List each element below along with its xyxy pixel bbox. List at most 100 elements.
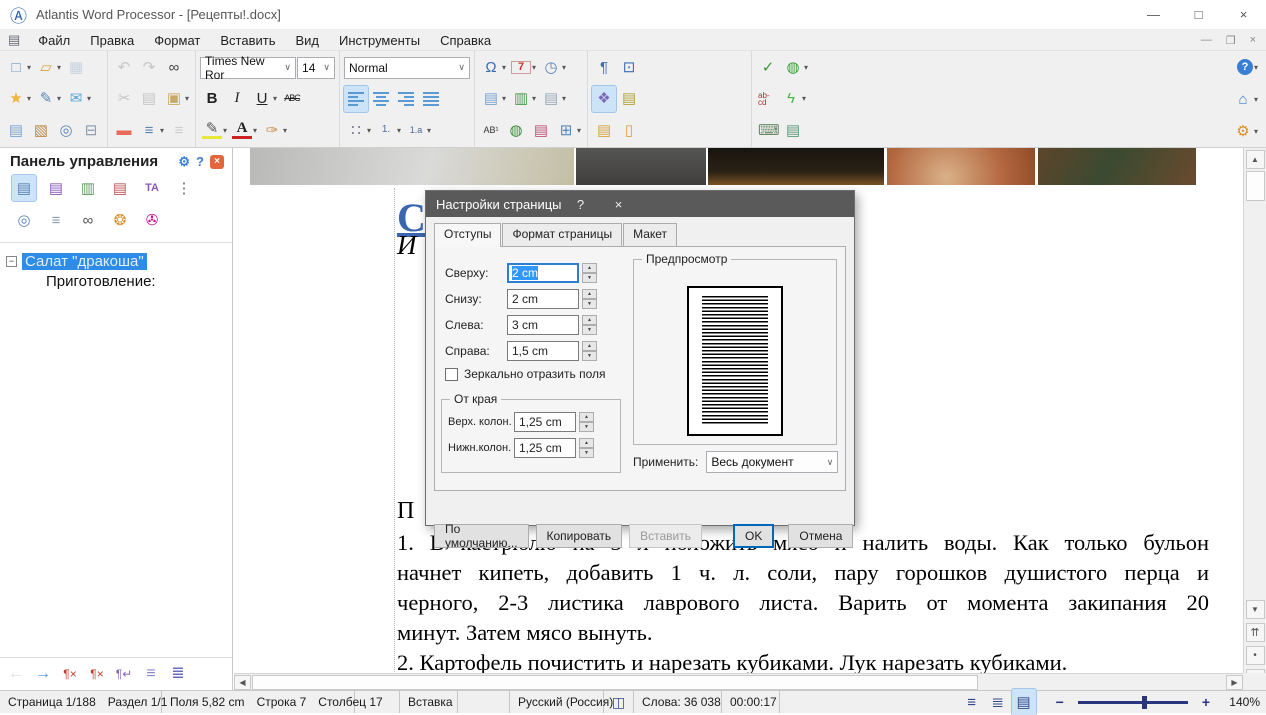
nav-forward-button[interactable]: →: [31, 661, 55, 687]
options-gears-button[interactable]: ⚙▾: [1231, 118, 1260, 144]
spin-down-icon[interactable]: ▼: [582, 273, 597, 283]
right-margin-input[interactable]: 1,5 cm: [507, 341, 579, 361]
zoom-pane-button[interactable]: ◎: [12, 207, 36, 233]
bullet-list-button[interactable]: ∷▾: [344, 117, 373, 143]
align-justify-button[interactable]: [419, 86, 443, 112]
paragraph-list-full-button[interactable]: ≣: [166, 661, 190, 687]
copy-settings-button[interactable]: Копировать: [536, 524, 623, 548]
insert-symbol-button[interactable]: Ω▾: [479, 55, 508, 81]
paste-button[interactable]: ▣▾: [162, 86, 191, 112]
mirror-margins-checkbox[interactable]: Зеркально отразить поля: [445, 367, 606, 381]
align-right-button[interactable]: [394, 86, 418, 112]
left-margin-stepper[interactable]: ▲▼: [582, 315, 597, 335]
autotext-button[interactable]: ▤: [781, 117, 805, 143]
tree-item[interactable]: Приготовление:: [46, 273, 156, 290]
zoom-out-button[interactable]: −: [1052, 694, 1068, 710]
spin-up-icon[interactable]: ▲: [582, 263, 597, 273]
insert-mode-segment[interactable]: Вставка: [400, 691, 458, 713]
strikethrough-button[interactable]: ABC: [280, 86, 304, 112]
font-name-select[interactable]: Times New Ror∨: [200, 57, 296, 79]
web-home-button[interactable]: ⌂▾: [1231, 86, 1260, 112]
underline-button[interactable]: U▾: [250, 86, 279, 112]
autocorrect-button[interactable]: ϟ▾: [779, 86, 808, 112]
scroll-right-icon[interactable]: ▶: [1226, 675, 1243, 690]
insert-date-button[interactable]: 7▾: [509, 55, 538, 81]
mdi-restore-button[interactable]: ❐: [1226, 34, 1236, 47]
scroll-up-icon[interactable]: ▲: [1246, 150, 1265, 169]
previous-page-icon[interactable]: ⇈: [1246, 623, 1265, 642]
dialog-title-bar[interactable]: Настройки страницы ? ×: [426, 191, 854, 217]
font-color-button[interactable]: A▾: [230, 117, 259, 143]
help-button[interactable]: ?▾: [1235, 54, 1260, 80]
checklist-pane-button[interactable]: ▥: [76, 175, 100, 201]
browse-object-icon[interactable]: •: [1246, 646, 1265, 665]
footer-distance-input[interactable]: 1,25 cm: [514, 438, 576, 458]
keyboard-shortcuts-button[interactable]: ⌨: [756, 117, 780, 143]
full-screen-button[interactable]: ⊡: [617, 55, 641, 81]
colors-pane-button[interactable]: ❂: [108, 207, 132, 233]
dialog-help-button[interactable]: ?: [562, 191, 600, 217]
menu-edit[interactable]: Правка: [80, 32, 144, 49]
save-as-button[interactable]: ✎▾: [34, 86, 63, 112]
zoom-slider[interactable]: [1078, 701, 1188, 704]
spin-down-icon[interactable]: ▼: [582, 299, 597, 309]
vertical-ruler-button[interactable]: ▯: [617, 117, 641, 143]
numbered-list-button[interactable]: 1.▾: [374, 117, 403, 143]
maximize-button[interactable]: □: [1176, 0, 1221, 29]
show-formatting-marks-button[interactable]: ¶: [592, 55, 616, 81]
tab-margins[interactable]: Отступы: [434, 223, 501, 247]
spellcheck-button[interactable]: ✓: [756, 55, 780, 81]
tree-collapse-icon[interactable]: −: [6, 256, 17, 267]
spin-down-icon[interactable]: ▼: [582, 325, 597, 335]
bottom-margin-stepper[interactable]: ▲▼: [582, 289, 597, 309]
page-section-segment[interactable]: Страница 1/188 Раздел 1/1: [0, 691, 162, 713]
spin-down-icon[interactable]: ▼: [582, 351, 597, 361]
print-button[interactable]: ⊟: [79, 117, 103, 143]
scroll-down-icon[interactable]: ▼: [1246, 600, 1265, 619]
menu-format[interactable]: Формат: [144, 32, 210, 49]
highlight-button[interactable]: ✎▾: [200, 117, 229, 143]
sidebar-help-icon[interactable]: ?: [196, 154, 204, 169]
clips-pane-button[interactable]: ✇: [140, 207, 164, 233]
paragraph-pane-button[interactable]: ≡: [44, 207, 68, 233]
vertical-scroll-thumb[interactable]: [1246, 171, 1265, 201]
sidebar-close-icon[interactable]: ×: [210, 155, 224, 169]
header-distance-input[interactable]: 1,25 cm: [514, 412, 576, 432]
new-document-button[interactable]: □▾: [4, 55, 33, 81]
horizontal-scrollbar[interactable]: ◀ ▶: [234, 673, 1243, 690]
find-button[interactable]: ∞: [162, 55, 186, 81]
goto-paragraph-button[interactable]: ¶↵: [112, 661, 136, 687]
copy-document-button[interactable]: ▤: [4, 117, 28, 143]
tree-item-selected[interactable]: Салат "дракоша": [22, 253, 147, 270]
highlight-view-button[interactable]: ▤: [617, 86, 641, 112]
numbered-pane-button[interactable]: ⋮: [172, 175, 196, 201]
mdi-close-button[interactable]: ×: [1250, 34, 1256, 47]
menu-view[interactable]: Вид: [285, 32, 329, 49]
left-margin-input[interactable]: 3 cm: [507, 315, 579, 335]
favorites-button[interactable]: ★▾: [4, 86, 33, 112]
spin-down-icon[interactable]: ▼: [579, 422, 594, 432]
open-document-button[interactable]: ▱▾: [34, 55, 63, 81]
default-button[interactable]: По умолчанию...: [434, 524, 529, 548]
email-button[interactable]: ✉▾: [64, 86, 93, 112]
insert-image-button[interactable]: ▥▾: [509, 86, 538, 112]
mdi-minimize-button[interactable]: —: [1201, 34, 1212, 47]
document-properties-button[interactable]: ▧: [29, 117, 53, 143]
bold-button[interactable]: B: [200, 86, 224, 112]
delete-paragraph-button[interactable]: ¶×: [58, 661, 82, 687]
minimize-button[interactable]: —: [1131, 0, 1176, 29]
view-draft-button[interactable]: ≡: [960, 689, 984, 715]
menu-file[interactable]: Файл: [28, 32, 80, 49]
timer-segment[interactable]: 00:00:17: [722, 691, 780, 713]
insert-table-button[interactable]: ⊞▾: [554, 117, 583, 143]
fonts-pane-button[interactable]: TA: [140, 175, 164, 201]
top-margin-input[interactable]: 2 cm: [507, 263, 579, 283]
checkbox-icon[interactable]: [445, 368, 458, 381]
format-painter-button[interactable]: ✑▾: [260, 117, 289, 143]
ok-button[interactable]: OK: [733, 524, 774, 548]
horizontal-ruler-button[interactable]: ▤: [592, 117, 616, 143]
outline-pane-button[interactable]: ▤: [12, 175, 36, 201]
header-distance-stepper[interactable]: ▲▼: [579, 412, 594, 432]
spin-up-icon[interactable]: ▲: [579, 438, 594, 448]
search-pane-button[interactable]: ∞: [76, 207, 100, 233]
